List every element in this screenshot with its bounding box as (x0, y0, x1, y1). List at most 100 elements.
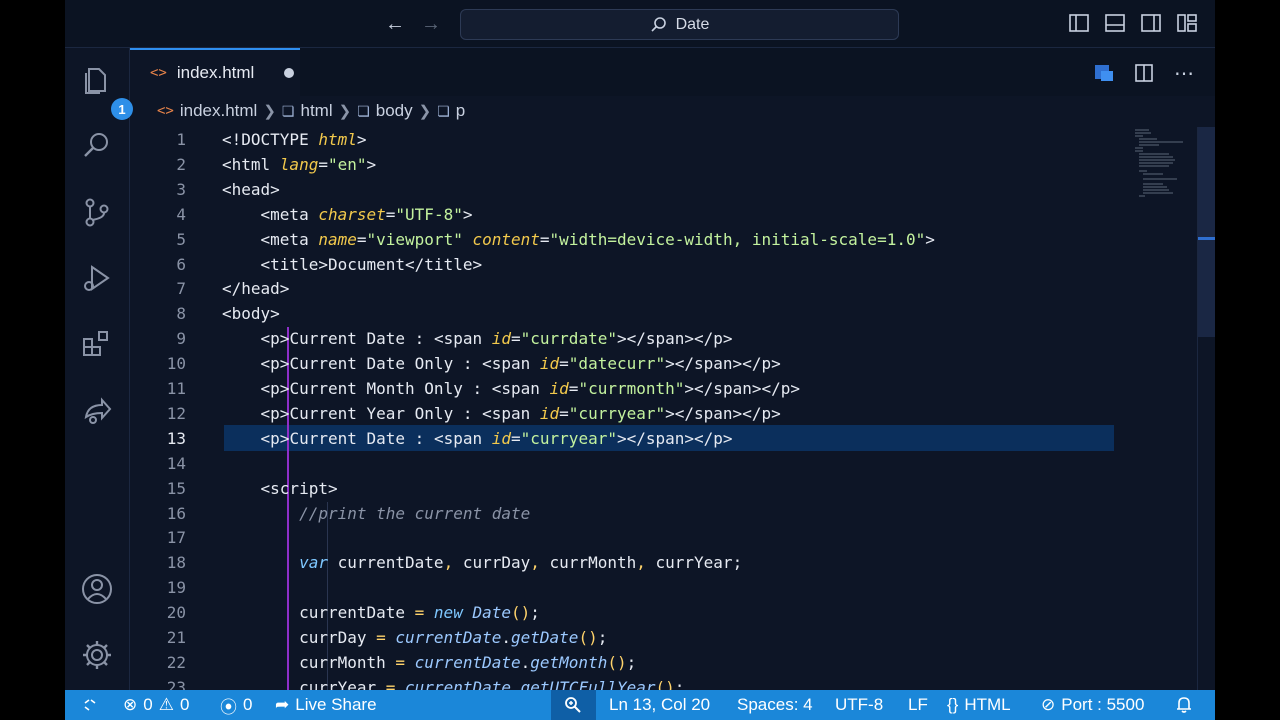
split-editor-icon[interactable] (1133, 62, 1155, 84)
code-token: "datecurr" (568, 354, 666, 374)
code-line[interactable]: 13 <p>Current Date : <span id="curryear"… (130, 426, 1130, 451)
code-line[interactable]: 20 currentDate = new Date(); (130, 600, 1130, 625)
code-line[interactable]: 9 <p>Current Date : <span id="currdate">… (130, 326, 1130, 351)
encoding[interactable]: UTF-8 (835, 690, 883, 720)
code-token: currentDate (414, 652, 521, 672)
code-token: <p> (222, 354, 290, 374)
code-token: . (501, 628, 511, 647)
code-line[interactable]: 5 <meta name="viewport" content="width=d… (130, 227, 1130, 252)
code-token: <span (433, 329, 492, 349)
code-token: currYear; (655, 553, 743, 573)
code-token: </title> (405, 254, 483, 274)
tab-index-html[interactable]: <> index.html (130, 48, 300, 96)
code-line[interactable]: 2 <html lang="en"> (130, 152, 1130, 177)
end-of-line[interactable]: LF (908, 690, 928, 720)
customize-layout-icon[interactable] (1176, 12, 1200, 36)
code-line[interactable]: 11 <p>Current Month Only : <span id="cur… (130, 376, 1130, 401)
live-share-icon: ➦ (275, 695, 290, 714)
command-center-search[interactable]: Date (460, 9, 899, 40)
open-preview-icon[interactable] (1093, 62, 1115, 84)
cursor-position[interactable]: Ln 13, Col 20 (609, 690, 710, 720)
indentation[interactable]: Spaces: 4 (737, 690, 813, 720)
code-line[interactable]: 14 (130, 451, 1130, 476)
command-center-text: Date (675, 15, 710, 33)
code-token: id (491, 329, 511, 349)
notifications-bell-icon[interactable] (1175, 690, 1193, 720)
code-token: Document (327, 254, 406, 274)
line-number: 1 (176, 130, 186, 149)
code-line[interactable]: 17 (130, 525, 1130, 550)
code-line[interactable]: 16 //print the current date (130, 501, 1130, 526)
vscode-window: ← → Date 1 <> index.html ⋯ <> index.html… (65, 0, 1215, 720)
code-token: </head> (222, 279, 290, 299)
code-token: ></span></p> (616, 329, 733, 349)
code-token: <span (491, 379, 550, 398)
breadcrumb-file[interactable]: index.html (180, 101, 257, 121)
code-token: = (539, 229, 550, 249)
code-line[interactable]: 18 var currentDate, currDay, currMonth, … (130, 550, 1130, 575)
code-line[interactable]: 22 currMonth = currentDate.getMonth(); (130, 650, 1130, 675)
code-line[interactable]: 6 <title>Document</title> (130, 252, 1130, 277)
code-token: <p> (222, 379, 290, 398)
explorer-icon[interactable]: 1 (79, 62, 133, 120)
code-line[interactable]: 7 </head> (130, 276, 1130, 301)
settings-gear-icon[interactable] (79, 637, 115, 673)
code-editor[interactable]: 1 <!DOCTYPE html> 2 <html lang="en"> 3 <head>… (130, 127, 1215, 690)
forward-arrow-icon[interactable]: → (419, 12, 443, 36)
line-number: 23 (166, 677, 186, 690)
live-share-activity-icon[interactable] (79, 392, 115, 428)
vertical-scrollbar[interactable] (1197, 127, 1215, 690)
breadcrumb-html[interactable]: html (300, 101, 332, 121)
code-line[interactable]: 12 <p>Current Year Only : <span id="curr… (130, 401, 1130, 426)
breadcrumb-body[interactable]: body (376, 101, 413, 121)
unsaved-dot-icon[interactable] (284, 68, 295, 78)
code-token: getMonth (530, 652, 608, 672)
ports-indicator[interactable]: ⦿ 0 (220, 690, 252, 720)
search-view-icon[interactable] (79, 128, 115, 164)
code-token: () (510, 603, 531, 623)
back-arrow-icon[interactable]: ← (383, 12, 407, 36)
language-mode[interactable]: {} HTML (947, 690, 1011, 720)
live-share-button[interactable]: ➦ Live Share (275, 690, 377, 720)
chevron-right-icon: ❯ (418, 103, 432, 120)
line-number: 5 (176, 229, 186, 249)
run-debug-icon[interactable] (79, 260, 115, 296)
error-count: 0 (143, 695, 153, 714)
code-token: charset (318, 204, 386, 224)
language-label: HTML (964, 695, 1011, 714)
remote-indicator[interactable] (75, 690, 105, 720)
extensions-icon[interactable] (79, 326, 115, 362)
code-token: <body> (222, 304, 280, 324)
element-icon: ❏ (357, 102, 370, 119)
line-number: 20 (166, 603, 186, 623)
more-actions-icon[interactable]: ⋯ (1173, 62, 1195, 85)
code-line[interactable]: 3 <head> (130, 177, 1130, 202)
code-line[interactable]: 10 <p>Current Date Only : <span id="date… (130, 351, 1130, 376)
toggle-secondary-sidebar-icon[interactable] (1140, 12, 1164, 36)
code-line[interactable]: 1 <!DOCTYPE html> (130, 127, 1130, 152)
chevron-right-icon: ❯ (338, 103, 352, 120)
line-code: <meta name="viewport" content="width=dev… (222, 227, 935, 252)
breadcrumb-p[interactable]: p (456, 101, 465, 121)
problems-indicator[interactable]: ⊗ 0 ⚠ 0 (123, 690, 189, 720)
toggle-panel-icon[interactable] (1104, 12, 1128, 36)
code-token: currDay (462, 553, 531, 573)
source-control-icon[interactable] (79, 194, 115, 230)
code-token: <span (433, 428, 492, 448)
live-server-port[interactable]: ⊘ Port : 5500 (1041, 690, 1144, 720)
code-line[interactable]: 23 currYear = currentDate.getUTCFullYear… (130, 675, 1130, 690)
code-line[interactable]: 4 <meta charset="UTF-8"> (130, 202, 1130, 227)
toggle-primary-sidebar-icon[interactable] (1068, 12, 1092, 36)
code-line[interactable]: 8 <body> (130, 301, 1130, 326)
minimap[interactable] (1133, 128, 1193, 198)
code-line[interactable]: 15 <script> (130, 476, 1130, 501)
accounts-icon[interactable] (79, 571, 115, 607)
code-line[interactable]: 21 currDay = currentDate.getDate(); (130, 625, 1130, 650)
line-code: <p>Current Date : <span id="currdate"></… (222, 326, 733, 351)
line-code: <meta charset="UTF-8"> (222, 202, 473, 227)
code-token: ; (626, 652, 637, 672)
zoom-icon[interactable] (564, 690, 582, 720)
code-line[interactable]: 19 (130, 575, 1130, 600)
line-number: 3 (176, 179, 186, 199)
scrollbar-thumb[interactable] (1198, 127, 1215, 337)
